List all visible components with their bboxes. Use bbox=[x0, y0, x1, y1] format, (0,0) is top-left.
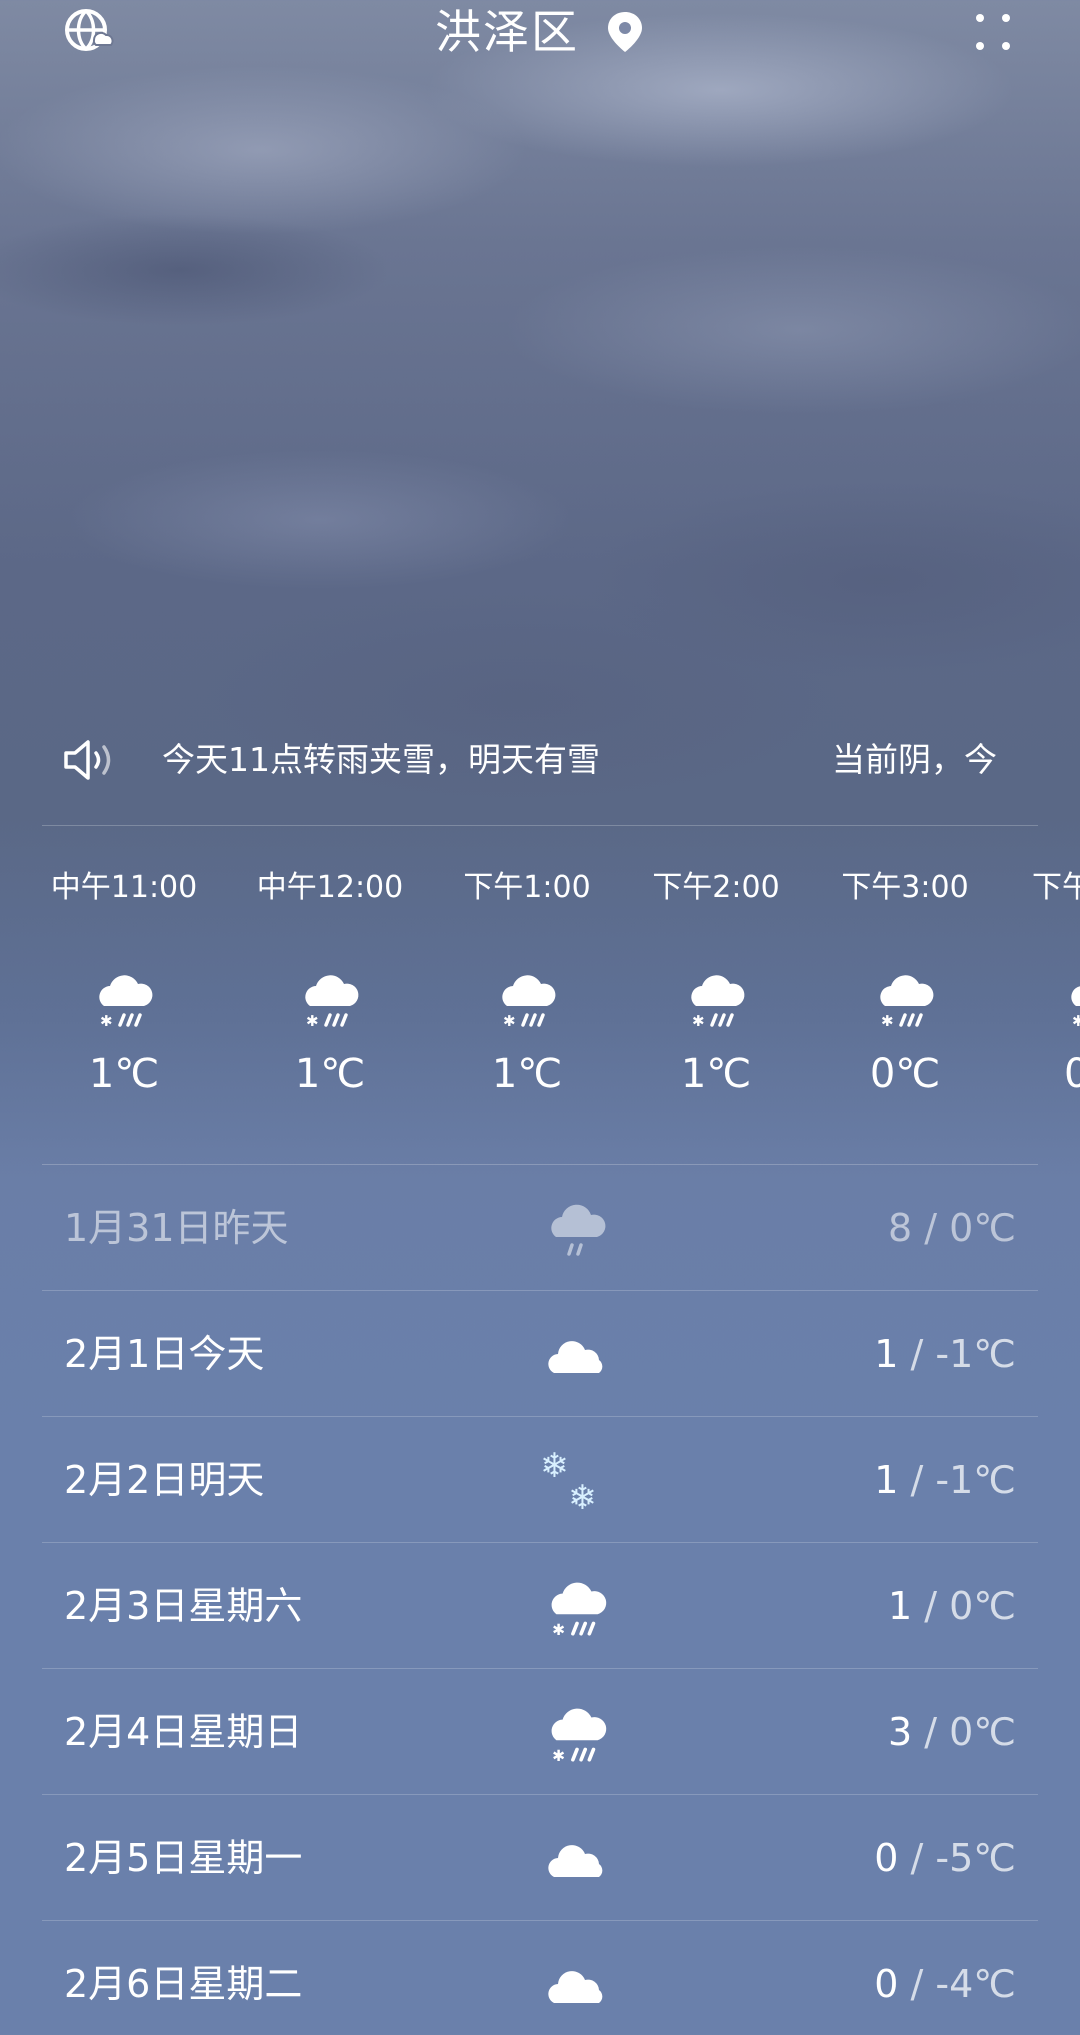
light-rain-icon bbox=[551, 1204, 606, 1256]
day-low: 0℃ bbox=[949, 1206, 1016, 1250]
hour-item-partial: 下午 ✱ 0 bbox=[1018, 860, 1080, 1104]
temp-separator: / bbox=[910, 1962, 924, 2006]
day-temp: 3 / 0℃ bbox=[888, 1669, 1016, 1795]
day-label: 2月3日星期六 bbox=[64, 1584, 303, 1628]
sleet-icon: ✱ bbox=[305, 975, 359, 1030]
cloudy-icon bbox=[548, 1971, 603, 2003]
cloudy-icon bbox=[548, 1845, 603, 1877]
day-row-today[interactable]: 2月1日今天 1 / -1℃ bbox=[42, 1291, 1038, 1417]
more-options-icon[interactable] bbox=[970, 6, 1022, 58]
temp-separator: / bbox=[910, 1458, 924, 1502]
svg-text:❄: ❄ bbox=[542, 1447, 569, 1486]
day-row[interactable]: 2月6日星期二 0 / -4℃ bbox=[42, 1921, 1038, 2035]
hour-item: 下午2:00 ✱ 1℃ bbox=[616, 860, 816, 1104]
hour-item: 下午1:00 ✱ 1℃ bbox=[427, 860, 627, 1104]
temp-separator: / bbox=[924, 1710, 938, 1754]
day-row-yesterday[interactable]: 1月31日昨天 8 / 0℃ bbox=[42, 1165, 1038, 1291]
svg-text:✱: ✱ bbox=[306, 1012, 319, 1030]
sleet-icon: ✱ bbox=[502, 975, 556, 1030]
cloudy-icon bbox=[548, 1341, 603, 1373]
weather-broadcast[interactable]: 今天11点转雨夹雪，明天有雪 当前阴，今 bbox=[62, 732, 1012, 788]
day-label: 2月2日明天 bbox=[64, 1458, 265, 1502]
hour-time: 中午11:00 bbox=[50, 870, 198, 905]
snow-icon: ❄ ❄ bbox=[542, 1447, 597, 1515]
title-area: 洪泽区 bbox=[0, 0, 1080, 64]
day-label: 2月4日星期日 bbox=[64, 1710, 303, 1754]
day-row[interactable]: 2月4日星期日 ✱ 3 / 0℃ bbox=[42, 1669, 1038, 1795]
sleet-icon: ✱ bbox=[691, 975, 745, 1030]
hourly-forecast[interactable]: 中午11:00 ✱ 1℃ 中午12:00 ✱ 1℃ 下午1:00 ✱ 1℃ 下午… bbox=[0, 860, 1080, 1140]
temp-separator: / bbox=[924, 1206, 938, 1250]
divider bbox=[42, 825, 1038, 826]
temp-separator: / bbox=[924, 1584, 938, 1628]
day-low: -1℃ bbox=[935, 1332, 1016, 1376]
day-low: -4℃ bbox=[935, 1962, 1016, 2006]
city-name[interactable]: 洪泽区 bbox=[435, 2, 579, 62]
hour-temp: 1℃ bbox=[491, 1051, 563, 1097]
day-temp: 8 / 0℃ bbox=[888, 1165, 1016, 1291]
day-high: 0 bbox=[874, 1836, 899, 1880]
day-temp: 0 / -4℃ bbox=[874, 1921, 1016, 2035]
location-pin-icon[interactable] bbox=[605, 10, 645, 54]
day-row-tomorrow[interactable]: 2月2日明天 ❄ ❄ 1 / -1℃ bbox=[42, 1417, 1038, 1543]
sleet-icon: ✱ bbox=[551, 1582, 607, 1639]
hour-temp: 1℃ bbox=[88, 1051, 160, 1097]
day-temp: 0 / -5℃ bbox=[874, 1795, 1016, 1921]
sleet-icon: ✱ bbox=[1071, 986, 1080, 1030]
day-high: 8 bbox=[887, 1206, 913, 1250]
svg-text:✱: ✱ bbox=[692, 1012, 705, 1030]
day-temp: 1 / -1℃ bbox=[874, 1417, 1016, 1543]
day-high: 1 bbox=[874, 1458, 899, 1502]
speaker-icon[interactable] bbox=[62, 738, 120, 782]
day-low: -5℃ bbox=[935, 1836, 1016, 1880]
hour-temp: 1℃ bbox=[680, 1051, 752, 1097]
day-row[interactable]: 2月5日星期一 0 / -5℃ bbox=[42, 1795, 1038, 1921]
day-label: 2月1日今天 bbox=[64, 1332, 265, 1376]
hour-temp: 0℃ bbox=[869, 1051, 941, 1097]
hour-time: 下午1:00 bbox=[463, 870, 591, 905]
sleet-icon: ✱ bbox=[99, 975, 153, 1030]
broadcast-text: 今天11点转雨夹雪，明天有雪 bbox=[162, 740, 600, 779]
day-label: 2月5日星期一 bbox=[64, 1836, 303, 1880]
day-high: 0 bbox=[874, 1962, 899, 2006]
hour-time: 下午2:00 bbox=[652, 870, 780, 905]
hour-temp: 1℃ bbox=[294, 1051, 366, 1097]
temp-separator: / bbox=[910, 1332, 924, 1376]
hour-item: 下午3:00 ✱ 0℃ bbox=[805, 860, 1005, 1104]
day-label: 2月6日星期二 bbox=[64, 1962, 303, 2006]
top-bar: 洪泽区 bbox=[0, 0, 1080, 70]
day-temp: 1 / -1℃ bbox=[874, 1291, 1016, 1417]
hour-item: 中午12:00 ✱ 1℃ bbox=[230, 860, 430, 1104]
day-low: -1℃ bbox=[935, 1458, 1016, 1502]
day-low: 0℃ bbox=[949, 1710, 1016, 1754]
svg-text:✱: ✱ bbox=[100, 1012, 113, 1030]
svg-text:✱: ✱ bbox=[881, 1012, 894, 1030]
hour-item: 中午11:00 ✱ 1℃ bbox=[24, 860, 224, 1104]
temp-separator: / bbox=[910, 1836, 924, 1880]
day-label: 1月31日昨天 bbox=[64, 1206, 289, 1250]
day-low: 0℃ bbox=[949, 1584, 1016, 1628]
day-high: 3 bbox=[887, 1710, 913, 1754]
hour-time: 中午12:00 bbox=[256, 870, 404, 905]
hour-temp: 0 bbox=[1064, 1051, 1080, 1097]
day-row[interactable]: 2月3日星期六 ✱ 1 / 0℃ bbox=[42, 1543, 1038, 1669]
day-high: 1 bbox=[887, 1584, 913, 1628]
hour-time: 下午 bbox=[1032, 870, 1080, 905]
sleet-icon: ✱ bbox=[551, 1708, 607, 1765]
svg-text:✱: ✱ bbox=[503, 1012, 516, 1030]
sleet-icon: ✱ bbox=[880, 975, 934, 1030]
day-temp: 1 / 0℃ bbox=[888, 1543, 1016, 1669]
day-high: 1 bbox=[874, 1332, 899, 1376]
svg-text:❄: ❄ bbox=[568, 1478, 597, 1515]
hour-time: 下午3:00 bbox=[841, 870, 969, 905]
svg-text:✱: ✱ bbox=[1072, 1012, 1080, 1030]
broadcast-text-continued: 当前阴，今 bbox=[832, 740, 997, 779]
svg-text:✱: ✱ bbox=[552, 1747, 565, 1765]
svg-text:✱: ✱ bbox=[552, 1621, 565, 1639]
